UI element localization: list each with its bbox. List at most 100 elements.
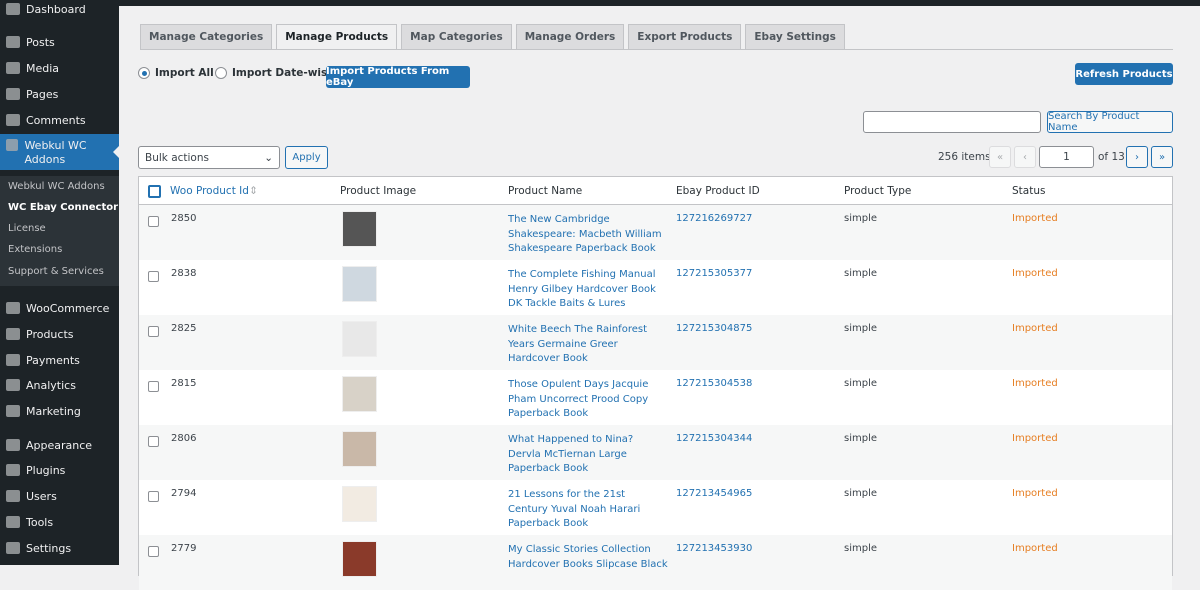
product-name-link[interactable]: White Beech The Rainforest Years Germain… (508, 323, 668, 367)
sidebar-item-label: Media (26, 61, 60, 75)
submenu-item[interactable]: Webkul WC Addons (8, 181, 105, 192)
ebay-product-id-link[interactable]: 127216269727 (676, 213, 752, 224)
product-thumbnail[interactable] (342, 266, 377, 302)
megaphone-icon (6, 405, 20, 417)
bulk-actions-value: Bulk actions (145, 151, 209, 164)
product-thumbnail[interactable] (342, 431, 377, 467)
tab-manage-products[interactable]: Manage Products (276, 24, 398, 50)
row-checkbox[interactable] (148, 491, 159, 502)
sidebar-item-label: Users (26, 489, 57, 503)
current-page-input[interactable]: 1 (1039, 146, 1094, 168)
sidebar-item-tools[interactable]: Tools (0, 510, 119, 534)
prev-page-button[interactable]: ‹ (1014, 146, 1036, 168)
sidebar-item-webkul-wc-addons[interactable]: Webkul WC Addons (0, 134, 119, 170)
column-header: Status (1012, 185, 1046, 197)
product-name-link[interactable]: 21 Lessons for the 21st Century Yuval No… (508, 488, 668, 532)
sidebar-item-analytics[interactable]: Analytics (0, 373, 119, 397)
status-badge: Imported (1012, 433, 1058, 444)
sidebar-item-pages[interactable]: Pages (0, 82, 119, 106)
sidebar-item-appearance[interactable]: Appearance (0, 433, 119, 457)
sidebar-item-label: Webkul WC Addons (24, 139, 87, 166)
product-type: simple (844, 268, 878, 279)
tab-map-categories[interactable]: Map Categories (401, 24, 512, 50)
import-products-button[interactable]: Import Products From eBay (326, 66, 470, 88)
archive-icon (6, 328, 20, 340)
product-thumbnail[interactable] (342, 321, 377, 357)
product-name-link[interactable]: The New Cambridge Shakespeare: Macbeth W… (508, 213, 668, 257)
status-badge: Imported (1012, 378, 1058, 389)
row-checkbox[interactable] (148, 436, 159, 447)
settings-icon (6, 542, 20, 554)
product-thumbnail[interactable] (342, 211, 377, 247)
ebay-product-id-link[interactable]: 127215304538 (676, 378, 752, 389)
sidebar-item-users[interactable]: Users (0, 484, 119, 508)
ebay-product-id-link[interactable]: 127215304875 (676, 323, 752, 334)
sidebar-item-label: Dashboard (26, 2, 86, 16)
column-header: Ebay Product ID (676, 185, 760, 197)
submenu-item[interactable]: Extensions (8, 244, 62, 255)
product-type: simple (844, 378, 878, 389)
tab-manage-orders[interactable]: Manage Orders (515, 24, 625, 50)
apply-button[interactable]: Apply (285, 146, 328, 169)
product-name-link[interactable]: My Classic Stories Collection Hardcover … (508, 543, 668, 572)
row-checkbox[interactable] (148, 381, 159, 392)
ebay-product-id-link[interactable]: 127215304344 (676, 433, 752, 444)
sidebar-item-posts[interactable]: Posts (0, 30, 119, 54)
row-checkbox[interactable] (148, 271, 159, 282)
next-page-button[interactable]: › (1126, 146, 1148, 168)
refresh-products-button[interactable]: Refresh Products (1075, 63, 1173, 85)
user-icon (6, 490, 20, 502)
product-type: simple (844, 488, 878, 499)
radio-icon (215, 67, 227, 79)
woo-product-id: 2794 (171, 488, 197, 499)
ebay-product-id-link[interactable]: 127213454965 (676, 488, 752, 499)
product-name-link[interactable]: The Complete Fishing Manual Henry Gilbey… (508, 268, 668, 312)
table-row: 2850 The New Cambridge Shakespeare: Macb… (139, 205, 1172, 260)
submenu-item[interactable]: Support & Services (8, 266, 104, 277)
import-datewise-radio[interactable]: Import Date-wise (215, 67, 334, 79)
item-count: 256 items (938, 151, 991, 163)
sidebar-item-comments[interactable]: Comments (0, 108, 119, 132)
row-checkbox[interactable] (148, 216, 159, 227)
sidebar-item-products[interactable]: Products (0, 322, 119, 346)
search-input[interactable] (863, 111, 1041, 133)
woo-product-id: 2815 (171, 378, 197, 389)
table-header: Woo Product Id ⇕ Product Image Product N… (139, 177, 1172, 205)
product-type: simple (844, 433, 878, 444)
select-all-checkbox[interactable] (148, 185, 161, 198)
woo-product-id: 2838 (171, 268, 197, 279)
sidebar-item-label: Payments (26, 353, 80, 367)
product-name-link[interactable]: Those Opulent Days Jacquie Pham Uncorrec… (508, 378, 668, 422)
sidebar-item-settings[interactable]: Settings (0, 536, 119, 560)
product-thumbnail[interactable] (342, 486, 377, 522)
product-thumbnail[interactable] (342, 376, 377, 412)
sidebar-item-payments[interactable]: Payments (0, 348, 119, 372)
sidebar-item-label: Marketing (26, 404, 81, 418)
import-all-radio[interactable]: Import All (138, 67, 214, 79)
ebay-product-id-link[interactable]: 127215305377 (676, 268, 752, 279)
ebay-product-id-link[interactable]: 127213453930 (676, 543, 752, 554)
submenu-item[interactable]: WC Ebay Connector (8, 202, 118, 213)
sort-woo-product-id[interactable]: Woo Product Id (170, 185, 249, 197)
product-thumbnail[interactable] (342, 541, 377, 577)
row-checkbox[interactable] (148, 546, 159, 557)
bulk-actions-select[interactable]: Bulk actions ⌄ (138, 146, 280, 169)
sidebar-item-label: Pages (26, 87, 59, 101)
first-page-button[interactable]: « (989, 146, 1011, 168)
product-name-link[interactable]: What Happened to Nina? Dervla McTiernan … (508, 433, 668, 477)
table-row: 2825 White Beech The Rainforest Years Ge… (139, 315, 1172, 370)
row-checkbox[interactable] (148, 326, 159, 337)
wrench-icon (6, 516, 20, 528)
submenu-item[interactable]: License (8, 223, 46, 234)
sidebar-item-woocommerce[interactable]: WooCommerce (0, 296, 119, 320)
sidebar-item-plugins[interactable]: Plugins (0, 458, 119, 482)
status-badge: Imported (1012, 268, 1058, 279)
sidebar-item-dashboard[interactable]: Dashboard (0, 0, 119, 21)
tab-export-products[interactable]: Export Products (628, 24, 742, 50)
tab-manage-categories[interactable]: Manage Categories (140, 24, 273, 50)
sidebar-item-media[interactable]: Media (0, 56, 119, 80)
tab-ebay-settings[interactable]: Ebay Settings (745, 24, 845, 50)
last-page-button[interactable]: » (1151, 146, 1173, 168)
search-button[interactable]: Search By Product Name (1047, 111, 1173, 133)
sidebar-item-marketing[interactable]: Marketing (0, 399, 119, 423)
